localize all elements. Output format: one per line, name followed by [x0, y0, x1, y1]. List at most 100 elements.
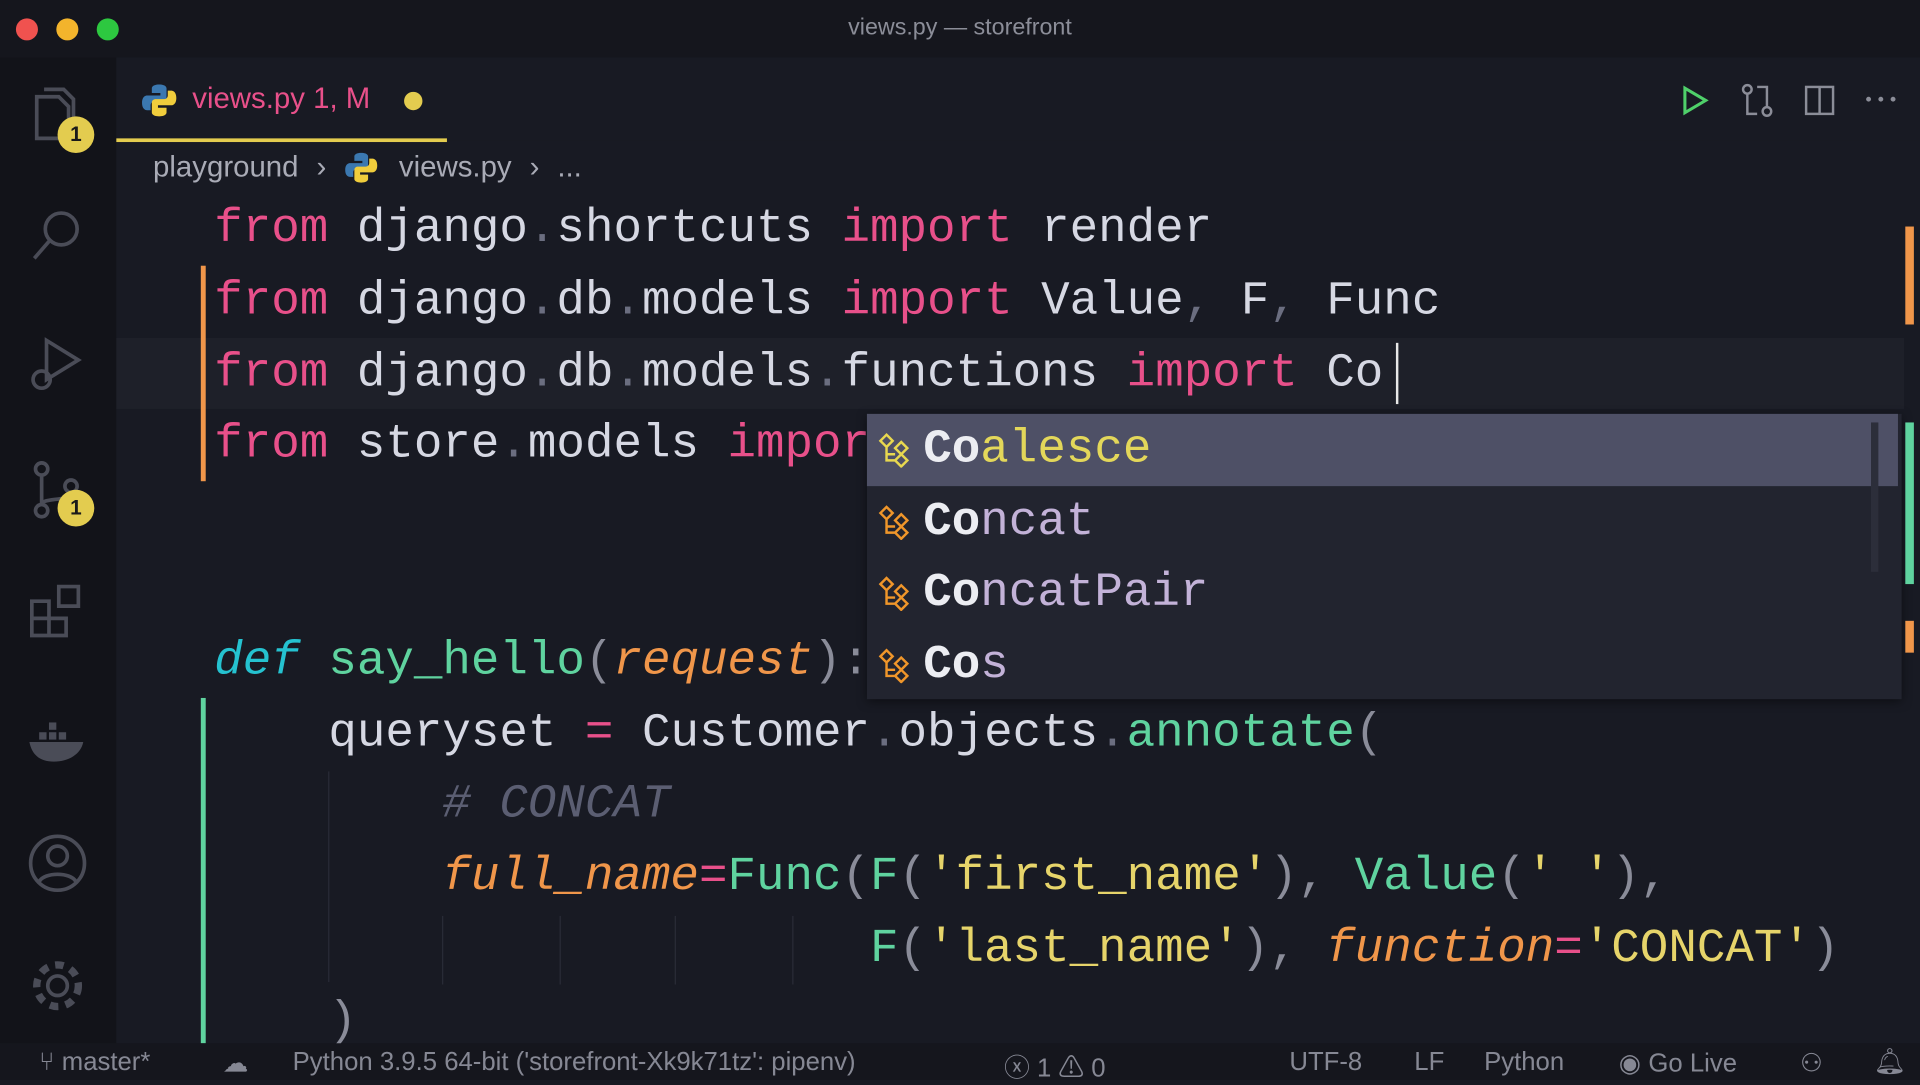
code-token: full_name: [442, 850, 699, 904]
code-token: Value: [1041, 274, 1184, 328]
code-token: django: [356, 346, 528, 400]
added-lines-gutter: [200, 697, 206, 1044]
run-debug-icon[interactable]: [27, 333, 88, 394]
code-token: from: [214, 346, 357, 400]
code-token: functions: [841, 346, 1127, 400]
language-mode[interactable]: Python: [1484, 1048, 1564, 1077]
search-icon[interactable]: [27, 204, 88, 265]
code-line[interactable]: from store.models import: [214, 409, 898, 481]
problems-item[interactable]: ⓧ 1 ⚠ 0: [1004, 1048, 1106, 1085]
code-token: =: [1554, 922, 1583, 976]
suggestion-item[interactable]: Coalesce: [866, 413, 1898, 486]
code-line[interactable]: full_name=Func(F('first_name'), Value(' …: [214, 841, 1668, 913]
code-token: ' ': [1525, 850, 1612, 904]
autocomplete-scrollbar[interactable]: [1871, 422, 1879, 572]
run-icon[interactable]: [1679, 84, 1711, 116]
breadcrumb-file[interactable]: views.py: [399, 150, 512, 184]
code-token: 'CONCAT': [1582, 922, 1811, 976]
suggestion-item[interactable]: ConcatPair: [867, 558, 1898, 630]
code-token: F: [1240, 274, 1270, 328]
chevron-right-icon: ›: [529, 150, 540, 184]
tab-views-py[interactable]: views.py 1, M: [116, 58, 447, 143]
code-token: ),: [1269, 850, 1355, 904]
code-token: ,: [1183, 274, 1241, 328]
suggestion-match: Co: [923, 422, 981, 477]
code-token: django: [356, 274, 528, 328]
suggestion-item[interactable]: Concat: [867, 486, 1898, 558]
code-token: models: [641, 346, 814, 400]
warning-count: 0: [1091, 1054, 1106, 1083]
code-token: .: [870, 706, 899, 760]
error-count: 1: [1036, 1054, 1052, 1083]
extensions-icon[interactable]: [27, 582, 88, 643]
settings-gear-icon[interactable]: [27, 955, 88, 1016]
code-token: Func: [1326, 274, 1441, 328]
code-token: function: [1326, 922, 1555, 976]
code-token: ): [1810, 922, 1840, 976]
code-token: from: [214, 274, 357, 328]
suggestion-rest: s: [980, 638, 1009, 692]
code-token: .: [613, 346, 642, 400]
go-live-label: Go Live: [1648, 1049, 1737, 1078]
line-ending[interactable]: LF: [1414, 1048, 1444, 1077]
breadcrumb: playground › views.py › ...: [153, 149, 582, 188]
code-token: ),: [1240, 922, 1327, 976]
code-token: .: [527, 346, 557, 400]
activity-bar: 1 1: [0, 57, 117, 1044]
code-token: render: [1041, 202, 1213, 256]
code-token: models: [527, 418, 728, 472]
suggestion-item[interactable]: Cos: [867, 630, 1898, 702]
code-token: .: [613, 274, 642, 328]
code-token: (: [1354, 706, 1384, 760]
encoding[interactable]: UTF-8: [1289, 1048, 1362, 1077]
code-line[interactable]: from django.shortcuts import render: [214, 193, 1212, 265]
account-icon[interactable]: [27, 833, 88, 894]
code-token: (: [841, 850, 871, 904]
unsaved-dot-icon[interactable]: [404, 91, 423, 111]
class-symbol-icon: [878, 576, 910, 612]
suggestion-rest: ncat: [980, 494, 1095, 549]
docker-icon[interactable]: [27, 710, 88, 771]
compare-changes-icon[interactable]: [1740, 82, 1774, 119]
class-symbol-icon: [878, 432, 910, 468]
python-interpreter[interactable]: Python 3.9.5 64-bit ('storefront-Xk9k71t…: [293, 1048, 856, 1077]
branch-name: master*: [61, 1048, 151, 1077]
suggestion-match: Co: [923, 566, 981, 621]
code-token: .: [813, 346, 842, 400]
code-token: .: [1098, 706, 1127, 760]
source-control-badge: 1: [57, 489, 95, 527]
modified-lines-gutter: [200, 265, 206, 482]
code-token: F: [870, 850, 899, 904]
breadcrumb-more[interactable]: ...: [557, 150, 582, 184]
code-line[interactable]: from django.db.models import Value, F, F…: [214, 265, 1440, 337]
code-token: .: [527, 274, 557, 328]
explorer-badge: 1: [57, 116, 95, 154]
code-token: import: [841, 202, 1042, 256]
code-line[interactable]: def say_hello(request):: [214, 625, 870, 697]
go-live-button[interactable]: ◉ Go Live: [1619, 1048, 1737, 1079]
code-token: Func: [727, 850, 842, 904]
code-token: shortcuts: [556, 202, 842, 256]
code-line[interactable]: from django.db.models.functions import C…: [214, 337, 1383, 409]
suggestion-rest: ncatPair: [980, 566, 1209, 621]
code-line[interactable]: # CONCAT: [214, 769, 670, 841]
suggestion-rest: alesce: [980, 422, 1152, 477]
git-branch-icon: ⑂: [39, 1048, 55, 1077]
notifications-bell-icon[interactable]: 🔔︎: [1873, 1048, 1906, 1077]
breadcrumb-folder[interactable]: playground: [153, 150, 298, 184]
python-file-icon: [345, 152, 378, 183]
code-token: models: [641, 274, 842, 328]
sync-cloud-icon[interactable]: ☁: [223, 1048, 249, 1079]
code-token: import: [1126, 346, 1327, 400]
code-line[interactable]: F('last_name'), function='CONCAT'): [214, 913, 1839, 985]
code-line[interactable]: queryset = Customer.objects.annotate(: [214, 697, 1383, 769]
class-symbol-icon: [878, 648, 910, 684]
split-editor-icon[interactable]: [1804, 84, 1836, 116]
branch-item[interactable]: ⑂ master*: [39, 1048, 150, 1077]
code-token: ,: [1269, 274, 1327, 328]
autocomplete-widget[interactable]: Coalesce Concat ConcatPair Cos: [866, 413, 1902, 702]
feedback-icon[interactable]: ⚇: [1800, 1048, 1823, 1079]
code-token: Co: [1326, 346, 1384, 400]
more-actions-icon[interactable]: [1865, 94, 1897, 104]
